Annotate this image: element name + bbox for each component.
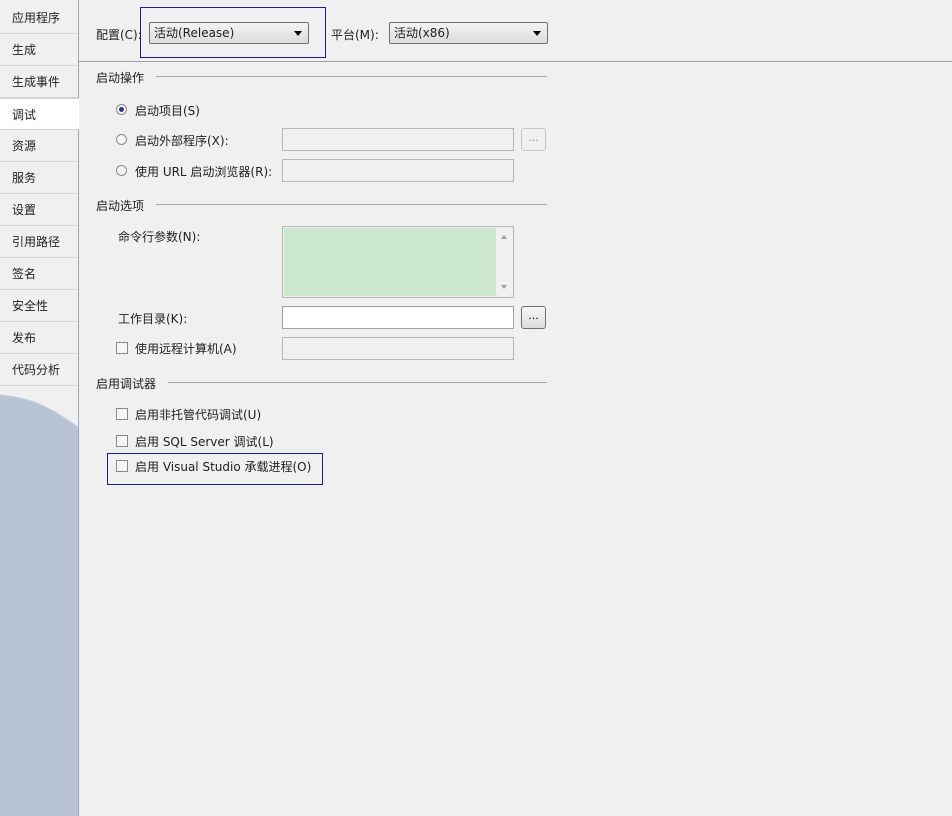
tab-code-analysis[interactable]: 代码分析: [0, 354, 78, 386]
chevron-down-icon: [533, 31, 541, 36]
sql-debug-checkbox[interactable]: [116, 435, 128, 447]
start-project-label: 启动项目(S): [135, 104, 200, 118]
start-action-title: 启动操作: [96, 71, 145, 85]
external-program-field[interactable]: [282, 128, 514, 151]
vshost-label: 启用 Visual Studio 承载进程(O): [135, 460, 312, 474]
work-dir-label: 工作目录(K):: [118, 312, 188, 326]
tab-application[interactable]: 应用程序: [0, 2, 78, 34]
unmanaged-debug-label: 启用非托管代码调试(U): [135, 408, 262, 422]
start-external-label: 启动外部程序(X):: [135, 134, 229, 148]
start-browser-radio[interactable]: [116, 165, 127, 176]
tab-signing[interactable]: 签名: [0, 258, 78, 290]
cmd-args-textarea[interactable]: [282, 226, 514, 298]
tab-build-events[interactable]: 生成事件: [0, 66, 78, 98]
start-options-title: 启动选项: [96, 199, 145, 213]
tab-strip-curve: [0, 387, 78, 427]
sidebar-tabs: 应用程序 生成 生成事件 调试 资源 服务 设置 引用路径 签名 安全性 发布 …: [0, 0, 79, 388]
vshost-checkbox[interactable]: [116, 460, 128, 472]
tab-debug[interactable]: 调试: [0, 98, 79, 130]
scroll-up-icon: [501, 235, 507, 239]
tab-publish[interactable]: 发布: [0, 322, 78, 354]
debuggers-line: [168, 382, 547, 383]
tab-resources[interactable]: 资源: [0, 130, 78, 162]
tab-settings[interactable]: 设置: [0, 194, 78, 226]
start-browser-label: 使用 URL 启动浏览器(R):: [135, 165, 273, 179]
cmd-args-fill: [284, 228, 496, 296]
config-label: 配置(C):: [96, 28, 142, 42]
chevron-down-icon: [294, 31, 302, 36]
header-separator: [79, 61, 952, 62]
tab-services[interactable]: 服务: [0, 162, 78, 194]
cmd-args-scrollbar[interactable]: [496, 227, 513, 297]
platform-value: 活动(x86): [394, 26, 450, 40]
tab-security[interactable]: 安全性: [0, 290, 78, 322]
work-dir-browse-button[interactable]: ...: [521, 306, 546, 329]
browser-url-field[interactable]: [282, 159, 514, 182]
config-value: 活动(Release): [154, 26, 235, 40]
remote-machine-field[interactable]: [282, 337, 514, 360]
sql-debug-label: 启用 SQL Server 调试(L): [135, 435, 274, 449]
start-external-radio[interactable]: [116, 134, 127, 145]
work-dir-field[interactable]: [282, 306, 514, 329]
scroll-down-icon: [501, 285, 507, 289]
start-project-radio[interactable]: [116, 104, 127, 115]
platform-combobox[interactable]: 活动(x86): [389, 22, 548, 44]
sidebar: 应用程序 生成 生成事件 调试 资源 服务 设置 引用路径 签名 安全性 发布 …: [0, 0, 79, 816]
cmd-args-label: 命令行参数(N):: [118, 230, 201, 244]
platform-label: 平台(M):: [331, 28, 379, 42]
remote-machine-checkbox[interactable]: [116, 342, 128, 354]
tab-reference-paths[interactable]: 引用路径: [0, 226, 78, 258]
unmanaged-debug-checkbox[interactable]: [116, 408, 128, 420]
external-program-browse-button[interactable]: ...: [521, 128, 546, 151]
config-combobox[interactable]: 活动(Release): [149, 22, 309, 44]
debuggers-title: 启用调试器: [96, 377, 157, 391]
tab-build[interactable]: 生成: [0, 34, 78, 66]
start-action-line: [156, 76, 547, 77]
start-options-line: [156, 204, 547, 205]
remote-machine-label: 使用远程计算机(A): [135, 342, 237, 356]
